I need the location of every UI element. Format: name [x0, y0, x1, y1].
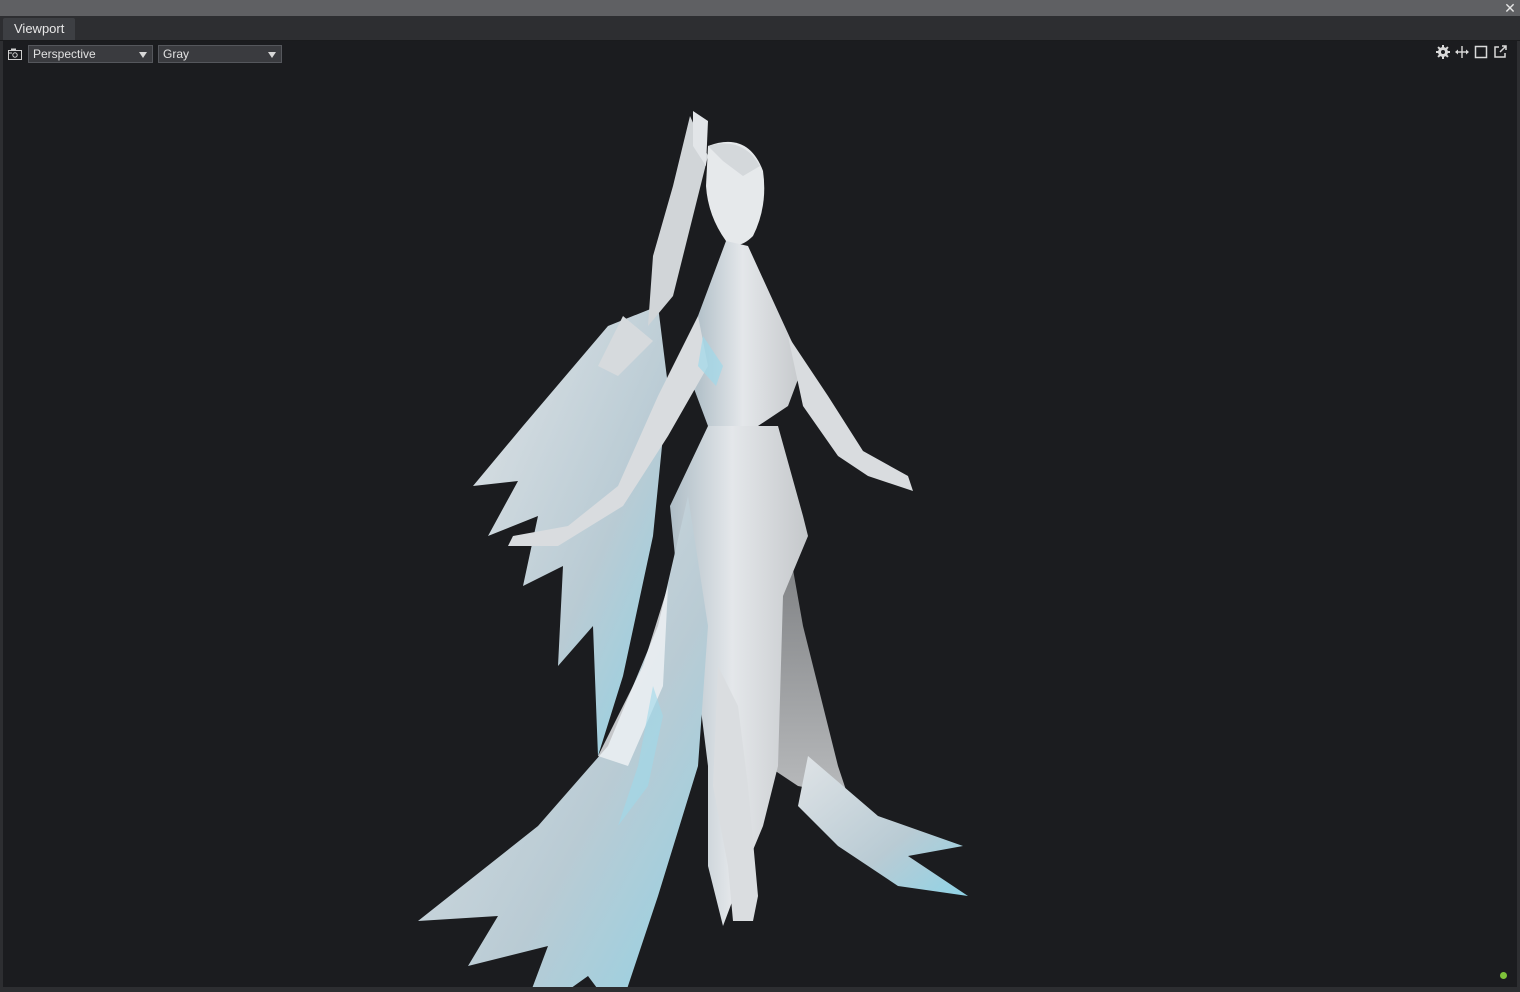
window-titlebar: ✕ — [0, 0, 1520, 16]
viewport-bottom-border — [0, 987, 1520, 992]
square-maximize-icon[interactable] — [1473, 44, 1489, 60]
status-indicator — [1500, 972, 1507, 979]
viewport-actions — [1435, 44, 1515, 62]
viewport-canvas[interactable]: Perspective Gray — [3, 41, 1517, 987]
tab-viewport[interactable]: Viewport — [3, 18, 76, 40]
tab-bar: Viewport — [0, 16, 1520, 41]
chevron-down-icon — [268, 52, 276, 58]
close-icon[interactable]: ✕ — [1503, 0, 1517, 16]
gear-icon[interactable] — [1435, 44, 1451, 60]
move-arrows-icon[interactable] — [1454, 44, 1470, 60]
shading-mode-value: Gray — [163, 47, 190, 61]
camera-mode-select[interactable]: Perspective — [28, 45, 153, 63]
chevron-down-icon — [139, 52, 147, 58]
character-model-render — [418, 111, 968, 987]
camera-icon[interactable] — [8, 48, 22, 60]
camera-mode-value: Perspective — [33, 47, 96, 61]
shading-mode-select[interactable]: Gray — [158, 45, 282, 63]
popout-icon[interactable] — [1492, 44, 1508, 60]
